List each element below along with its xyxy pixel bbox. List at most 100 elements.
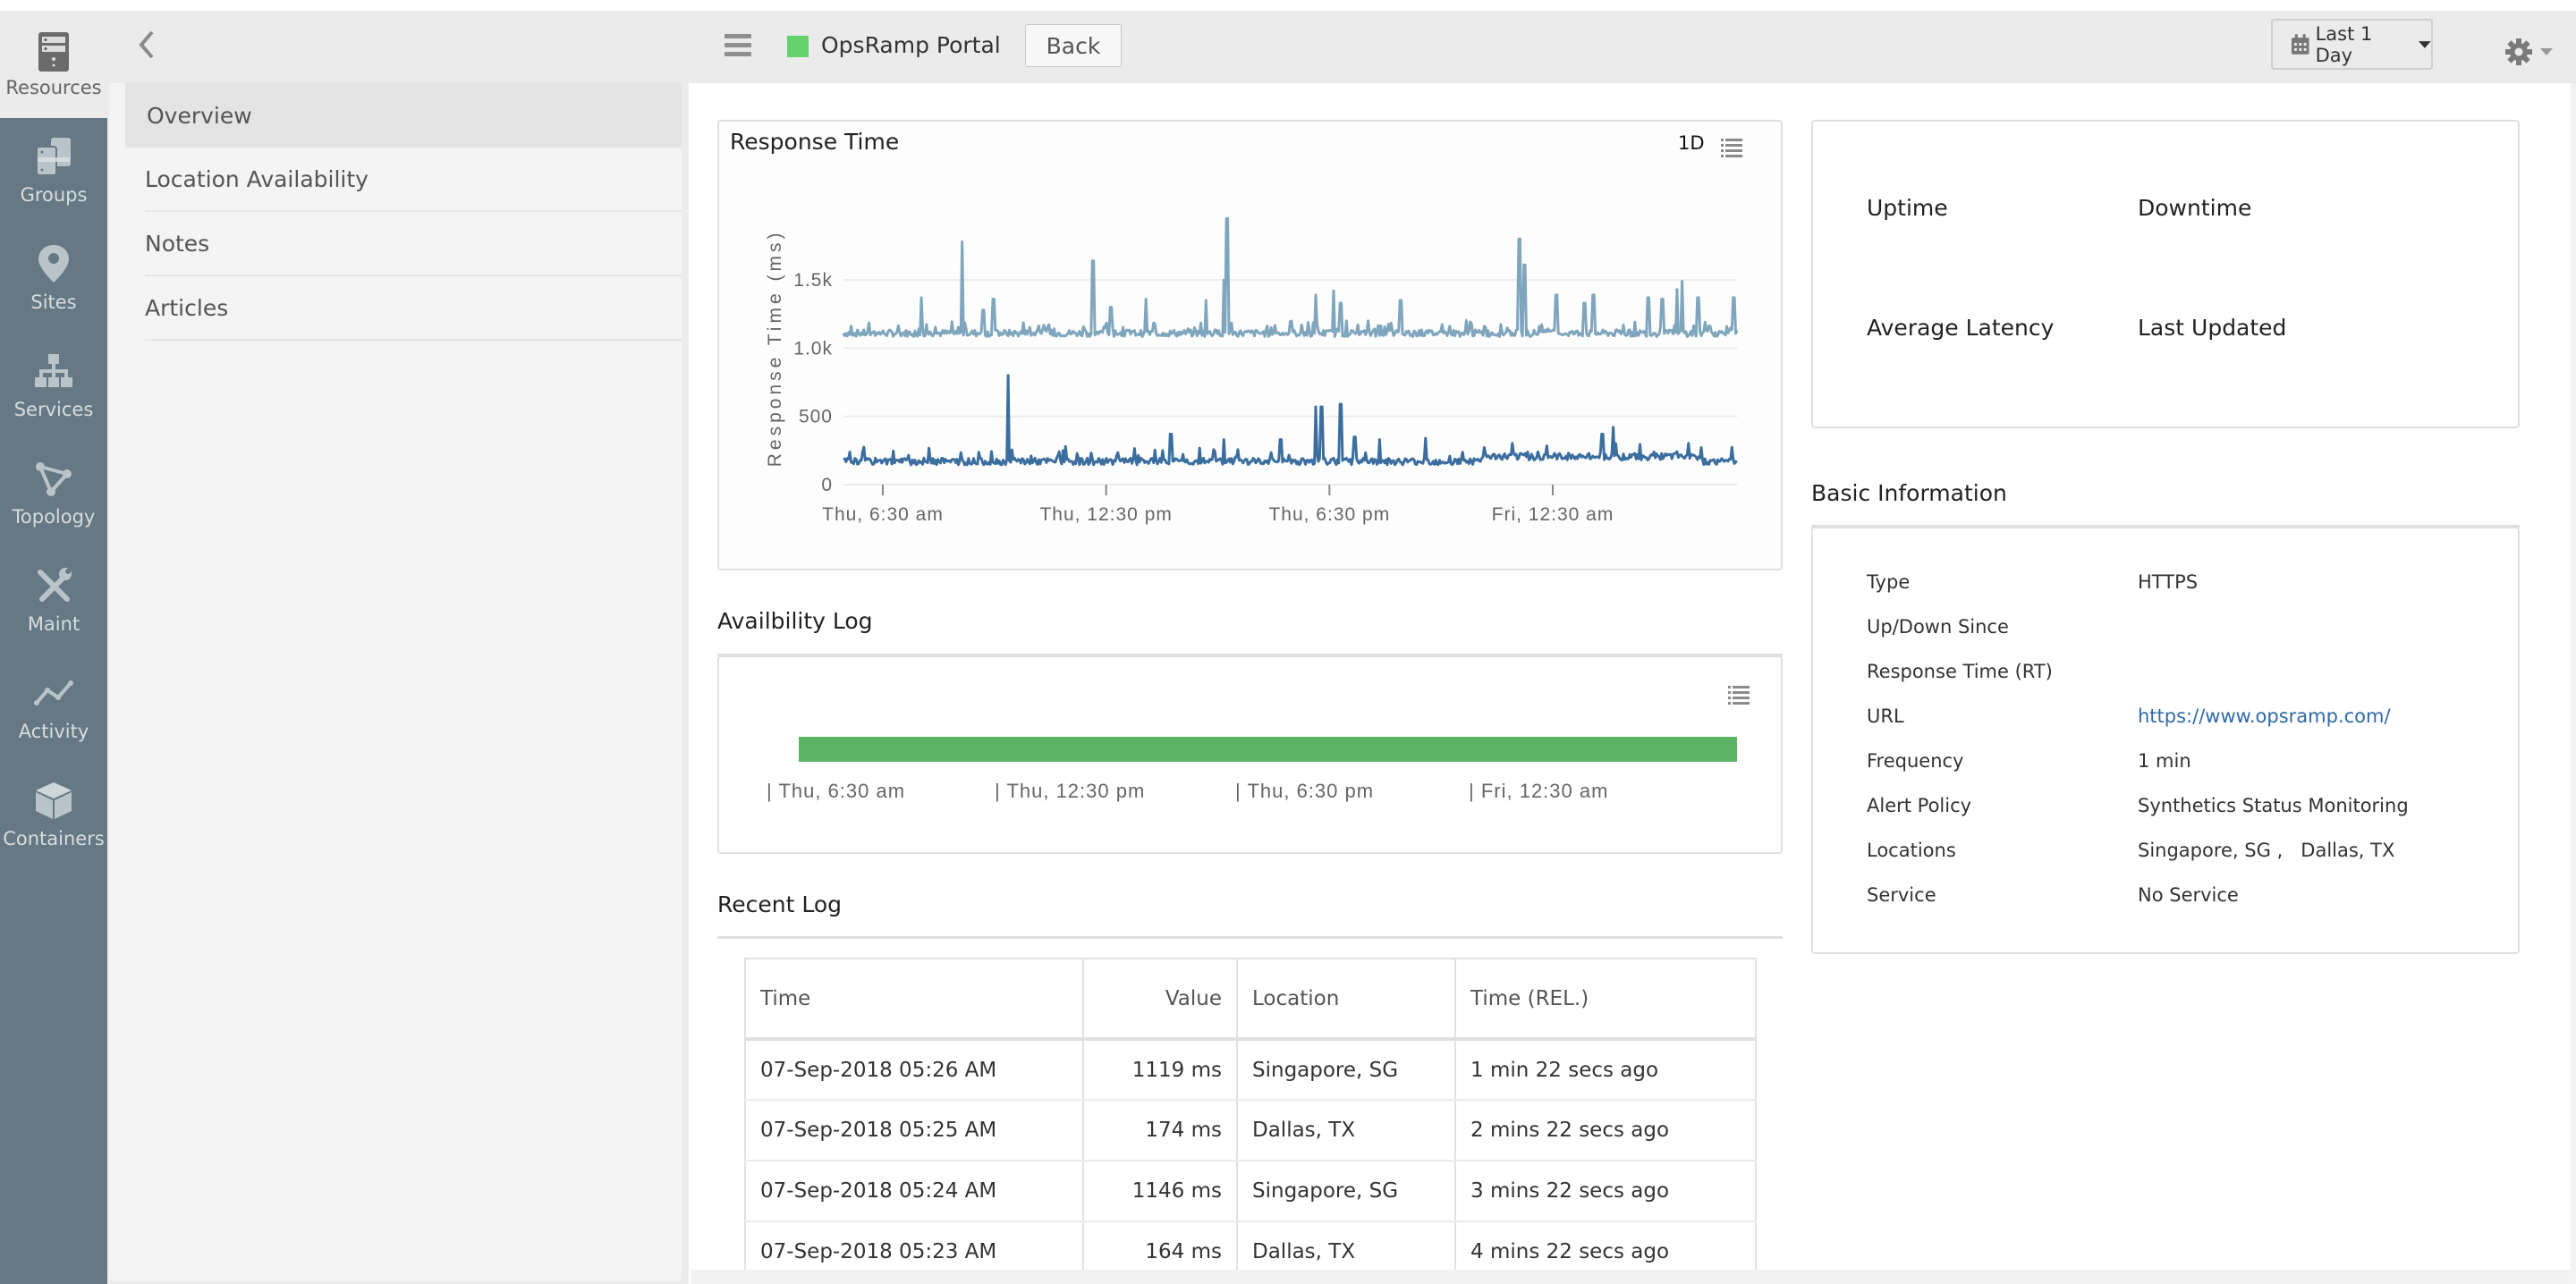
info-label-updown-since: Up/Down Since <box>1867 616 2009 638</box>
series-line-dallas <box>843 374 1738 467</box>
table-row: 07-Sep-2018 05:24 AM 1146 ms Singapore, … <box>745 1161 1757 1222</box>
cell-time-rel: 2 mins 22 secs ago <box>1455 1100 1757 1162</box>
subnav-item-location-availability[interactable]: Location Availability <box>145 148 682 212</box>
info-value-alert-policy: Synthetics Status Monitoring <box>2138 795 2409 816</box>
availability-axis-label: | Thu, 12:30 pm <box>995 780 1146 802</box>
topology-icon <box>36 462 72 496</box>
sidebar-item-maint[interactable]: Maint <box>0 565 107 663</box>
cell-location: Singapore, SG <box>1237 1039 1456 1101</box>
portal-title: OpsRamp Portal <box>821 32 1001 58</box>
recent-log-table: Time Value Location Time (REL.) 07-Sep-2… <box>744 958 1757 1283</box>
table-row: 07-Sep-2018 05:26 AM 1119 ms Singapore, … <box>745 1039 1757 1101</box>
table-header-row: Time Value Location Time (REL.) <box>745 959 1757 1041</box>
info-label-service: Service <box>1867 884 1936 906</box>
top-header <box>0 11 2576 83</box>
sidebar-item-services[interactable]: Services <box>0 351 107 449</box>
subnav-label: Articles <box>145 294 229 321</box>
average-latency-label: Average Latency <box>1867 315 2055 341</box>
info-value-service: No Service <box>2138 884 2239 906</box>
availability-axis-label: | Thu, 6:30 pm <box>1235 780 1375 802</box>
list-menu-icon[interactable] <box>1728 685 1750 706</box>
availability-bar[interactable] <box>799 737 1737 762</box>
availability-axis-label: | Thu, 6:30 am <box>767 780 906 802</box>
sidebar-label: Sites <box>30 291 77 313</box>
status-summary-card <box>1811 120 2520 428</box>
back-button[interactable]: Back <box>1025 24 1122 67</box>
info-label-response-time: Response Time (RT) <box>1867 661 2053 682</box>
menu-icon[interactable] <box>724 34 751 57</box>
vertical-scrollbar[interactable] <box>2571 83 2576 1284</box>
column-header-location[interactable]: Location <box>1237 959 1456 1041</box>
sidebar-item-sites[interactable]: Sites <box>0 243 107 342</box>
sidebar-item-activity[interactable]: Activity <box>0 672 107 771</box>
response-time-chart: 0 500 1.0k 1.5k Thu, 6:30 am Thu, 12:30 pm Thu… <box>765 216 1739 525</box>
y-tick-label: 1.0k <box>793 338 833 359</box>
y-tick-label: 500 <box>799 407 833 427</box>
horizontal-scrollbar[interactable] <box>691 1270 2576 1284</box>
sidebar-label: Services <box>13 399 94 420</box>
sidebar-label: Maint <box>27 613 80 635</box>
y-tick-label: 0 <box>821 475 833 495</box>
chevron-down-icon <box>2419 40 2431 48</box>
chevron-down-icon <box>2540 48 2553 55</box>
info-value-url-link[interactable]: https://www.opsramp.com/ <box>2138 705 2391 727</box>
info-value-frequency: 1 min <box>2138 750 2191 772</box>
axis-tick-label: Thu, 6:30 am <box>778 780 906 802</box>
info-label-locations: Locations <box>1867 840 1956 861</box>
date-range-dropdown[interactable]: Last 1 Day <box>2271 19 2433 70</box>
downtime-label: Downtime <box>2138 195 2252 221</box>
cell-time: 07-Sep-2018 05:26 AM <box>745 1039 1084 1101</box>
calendar-icon <box>2291 33 2309 55</box>
table-row: 07-Sep-2018 05:25 AM 174 ms Dallas, TX 2… <box>745 1100 1757 1162</box>
cell-value: 1119 ms <box>1083 1039 1238 1101</box>
cell-time: 07-Sep-2018 05:24 AM <box>745 1161 1084 1222</box>
map-pin-icon <box>38 245 69 283</box>
cell-time-rel: 1 min 22 secs ago <box>1455 1039 1757 1101</box>
section-divider <box>717 936 1783 939</box>
info-label-type: Type <box>1867 571 1911 593</box>
info-label-url: URL <box>1867 705 1904 727</box>
info-value-type: HTTPS <box>2138 571 2199 593</box>
groups-icon <box>36 138 71 176</box>
sub-navigation: Overview Location Availability Notes Art… <box>107 83 689 1284</box>
cube-icon <box>36 782 72 819</box>
x-tick-label: Thu, 6:30 pm <box>1268 504 1390 525</box>
subnav-item-articles[interactable]: Articles <box>145 276 682 341</box>
sidebar-item-groups[interactable]: Groups <box>0 136 107 234</box>
info-label-alert-policy: Alert Policy <box>1867 795 1972 816</box>
y-tick-label: 1.5k <box>793 270 833 291</box>
cell-value: 1146 ms <box>1083 1161 1238 1222</box>
cell-location: Dallas, TX <box>1237 1100 1456 1162</box>
sidebar-item-topology[interactable]: Topology <box>0 458 107 556</box>
status-indicator <box>787 36 809 57</box>
gear-icon <box>2505 38 2532 65</box>
sidebar-label: Groups <box>20 184 88 206</box>
cell-time: 07-Sep-2018 05:25 AM <box>745 1100 1084 1162</box>
sidebar-label: Resources <box>5 77 102 98</box>
sidebar-item-containers[interactable]: Containers <box>0 780 107 878</box>
date-range-label: Last 1 Day <box>2315 22 2373 66</box>
x-tick-label: Fri, 12:30 am <box>1492 504 1614 525</box>
activity-icon <box>34 680 73 705</box>
subnav-label: Overview <box>147 102 252 129</box>
uptime-label: Uptime <box>1867 195 1948 221</box>
wrench-icon <box>38 568 72 602</box>
column-header-time-rel[interactable]: Time (REL.) <box>1455 959 1757 1041</box>
column-header-value[interactable]: Value <box>1083 959 1238 1041</box>
subnav-item-notes[interactable]: Notes <box>145 212 682 276</box>
last-updated-label: Last Updated <box>2138 315 2287 341</box>
collapse-sidebar-icon[interactable] <box>136 27 157 63</box>
sidebar-label: Topology <box>12 506 96 528</box>
sidebar-item-resources[interactable]: Resources <box>0 11 107 118</box>
sidebar-label: Activity <box>18 721 89 742</box>
hierarchy-icon <box>35 354 72 387</box>
axis-tick-label: Thu, 12:30 pm <box>1006 780 1146 802</box>
axis-tick-label: Fri, 12:30 am <box>1480 780 1609 802</box>
subnav-label: Location Availability <box>145 165 369 192</box>
info-value-locations: Singapore, SG , Dallas, TX <box>2138 840 2395 861</box>
settings-menu[interactable] <box>2504 36 2558 68</box>
subnav-item-overview[interactable]: Overview <box>125 83 682 148</box>
column-header-time[interactable]: Time <box>745 959 1084 1041</box>
sidebar-label: Containers <box>3 828 105 849</box>
icon-sidebar: Groups Sites Services Topology Maint Act… <box>0 118 107 1284</box>
